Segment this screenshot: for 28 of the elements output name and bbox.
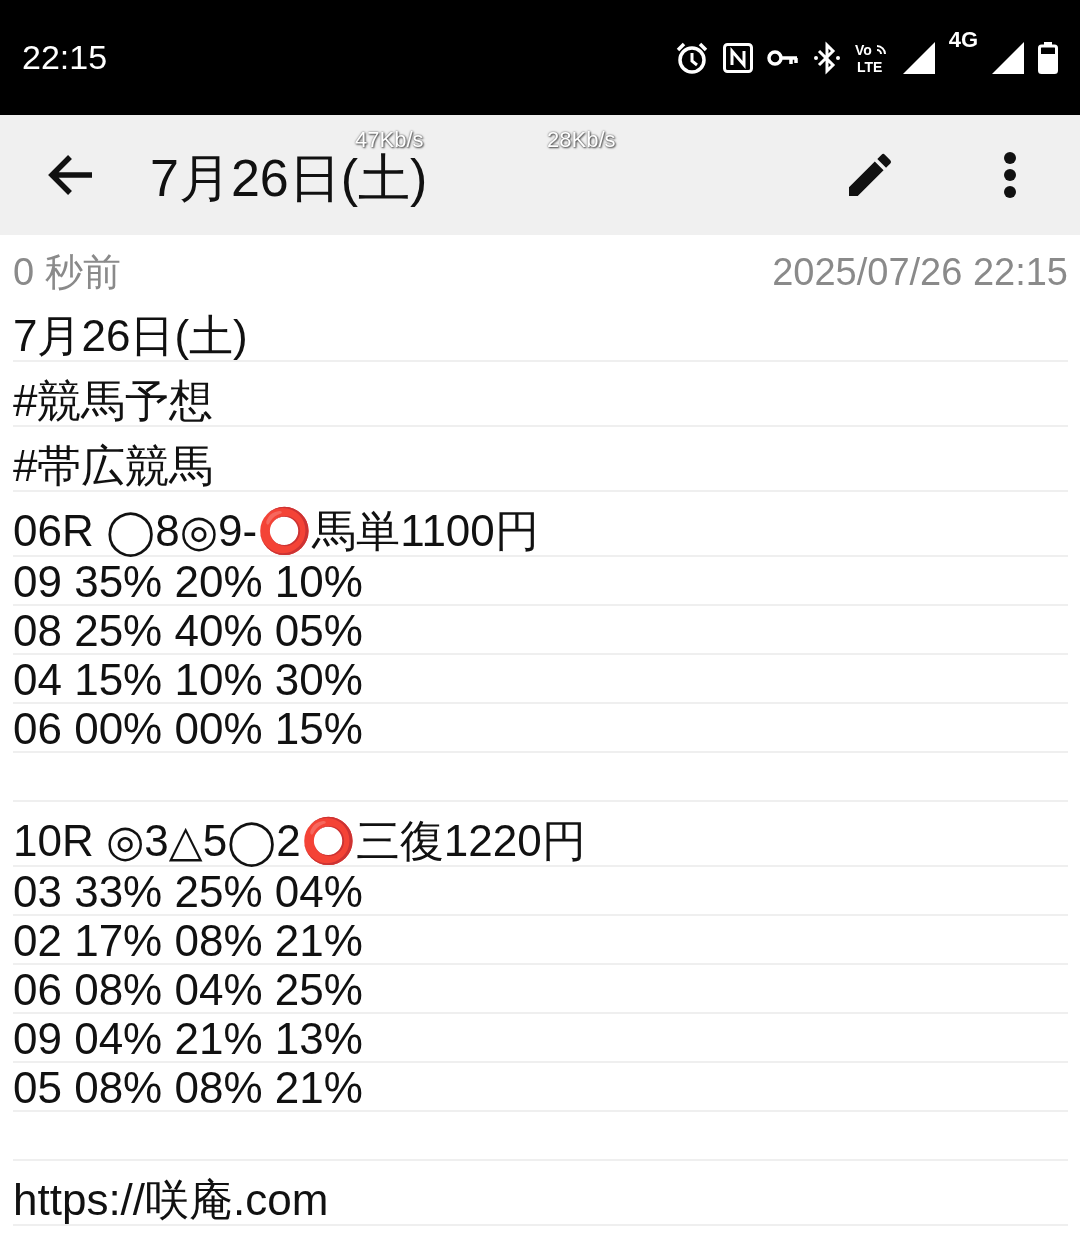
battery-icon — [1038, 41, 1058, 74]
note-line: 09 04% 21% 13% — [13, 1017, 363, 1061]
note-line: 06 00% 00% 15% — [13, 707, 363, 751]
nfc-icon — [722, 42, 753, 73]
network-type: 4G — [948, 26, 978, 53]
note-line: 04 15% 10% 30% — [13, 658, 363, 702]
note-line: 09 35% 20% 10% — [13, 560, 363, 604]
note-line: 02 17% 08% 21% — [13, 919, 363, 963]
key-icon — [766, 47, 799, 68]
note-line: 08 25% 40% 05% — [13, 609, 363, 653]
timestamp: 2025/07/26 22:15 — [772, 250, 1068, 294]
signal-icon — [992, 41, 1024, 74]
note-line: 06 08% 04% 25% — [13, 968, 363, 1012]
network-speed: 47Kb/s — [355, 129, 424, 151]
note-line: 7月26日(土) — [13, 314, 248, 358]
network-speed: 28Kb/s — [547, 129, 616, 151]
bluetooth-icon — [812, 40, 841, 75]
note-line: #帯広競馬 — [13, 444, 214, 488]
note-line: 03 33% 25% 04% — [13, 870, 363, 914]
back-arrow-icon — [46, 154, 94, 196]
signal-icon — [902, 41, 935, 74]
note-line: #競馬予想 — [13, 379, 214, 423]
menu-icon — [1003, 151, 1017, 199]
alarm-clock-icon — [674, 40, 709, 75]
note-line: 05 08% 08% 21% — [13, 1066, 363, 1110]
relative-time: 0 秒前 — [13, 249, 121, 295]
note-link[interactable]: https://咲庵.com — [13, 1178, 329, 1222]
clock-time: 22:15 — [22, 38, 108, 77]
